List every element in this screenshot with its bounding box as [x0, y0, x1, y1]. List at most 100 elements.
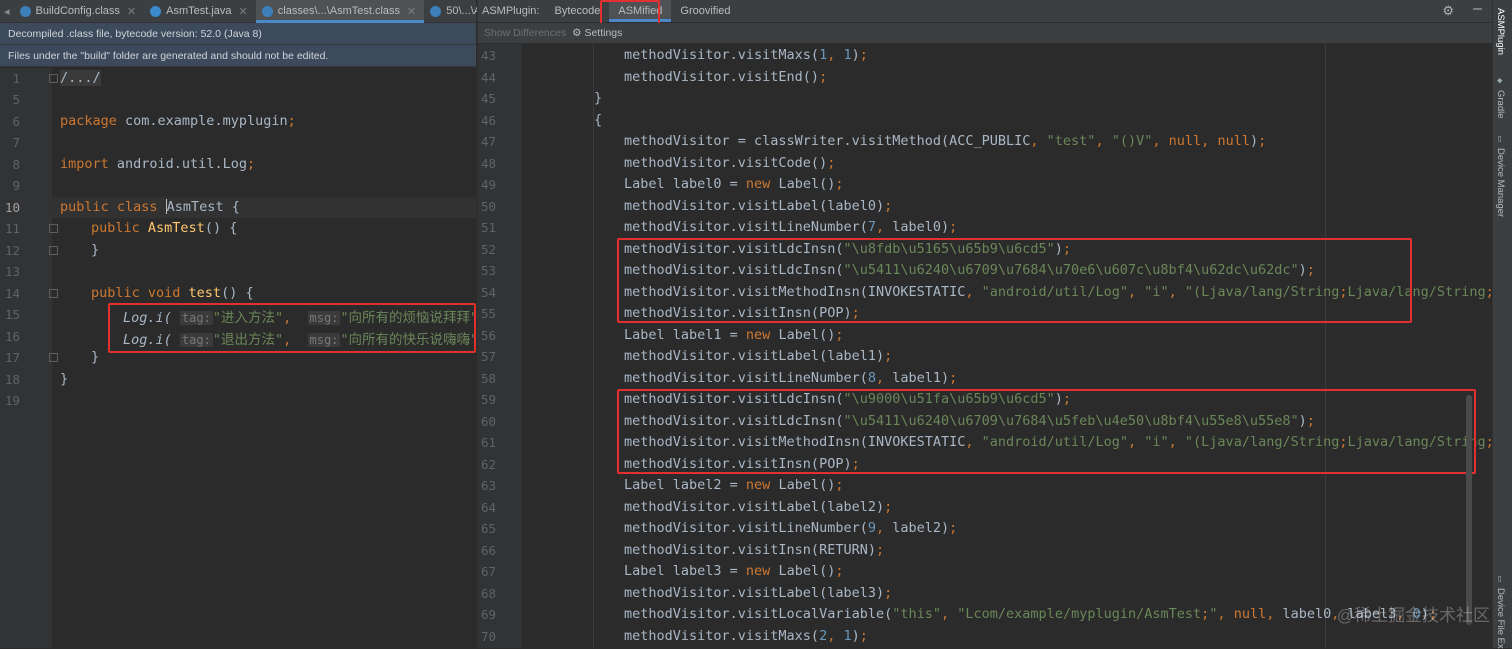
code-line: Label label0 = new Label(); [624, 176, 843, 192]
line-number: 45 [480, 91, 496, 106]
line-number: 5 [12, 92, 20, 107]
code-line: methodVisitor.visitEnd(); [624, 69, 827, 85]
code-line: Label label1 = new Label(); [624, 327, 843, 343]
line-number: 18 [4, 372, 20, 387]
method-name: test [188, 285, 222, 301]
code-text: } [594, 90, 603, 106]
code-text: methodVisitor.visitLabel(label2); [624, 498, 893, 515]
plugin-label: ASMPlugin: [482, 5, 540, 17]
indent-guide [593, 44, 594, 648]
code-line: public class AsmTest { [60, 199, 240, 215]
code-line: methodVisitor.visitLabel(label0); [624, 198, 892, 214]
line-number: 66 [480, 542, 496, 558]
code-line: methodVisitor.visitLabel(label3); [624, 585, 892, 601]
fold-toggle-icon[interactable] [49, 289, 58, 298]
close-icon[interactable]: ✕ [239, 5, 248, 18]
code-line: methodVisitor.visitLineNumber(9, label2)… [624, 520, 957, 536]
line-number: 65 [480, 521, 496, 536]
code-text: methodVisitor.visitLineNumber(7, label0)… [624, 219, 958, 235]
fold-toggle-icon[interactable] [49, 74, 58, 83]
editor-pane: ◂ BuildConfig.class ✕ AsmTest.java ✕ cla… [0, 0, 515, 648]
code-text: android.util.Log [108, 156, 247, 172]
watermark: @稀土掘金技术社区 [1336, 606, 1490, 625]
tab-asmtest-java[interactable]: AsmTest.java ✕ [144, 0, 256, 22]
tab-groovified[interactable]: Groovified [671, 0, 739, 22]
line-number: 70 [480, 628, 496, 644]
line-number: 1 [12, 71, 20, 86]
fold-toggle-icon[interactable] [49, 224, 58, 233]
gear-icon[interactable]: ⚙ [1442, 3, 1454, 19]
line-number: 44 [480, 69, 496, 85]
device-file-explorer-tool-button[interactable]: Device File Ex [1495, 588, 1506, 649]
code-text: com.example.myplugin [116, 113, 288, 129]
code-line: package com.example.myplugin; [60, 113, 296, 129]
line-number: 48 [480, 155, 496, 171]
keyword: public void [91, 285, 189, 301]
tab-asmtest-class[interactable]: classes\...\AsmTest.class ✕ [255, 0, 425, 23]
code-line: public AsmTest() { [91, 220, 237, 236]
folded-imports[interactable]: /.../ [60, 70, 101, 86]
settings-label: Settings [584, 27, 623, 39]
line-number: 13 [4, 264, 20, 279]
code-text: methodVisitor.visitInsn(RETURN); [624, 541, 885, 558]
line-number: 15 [4, 307, 20, 322]
code-text: methodVisitor.visitLabel(label3); [624, 584, 893, 601]
line-number: 9 [12, 178, 20, 193]
line-number: 43 [480, 48, 496, 63]
tool-window-bar: ASMPlugin ◆ Gradle ▯ Device Manager ▯ De… [1492, 0, 1512, 649]
code-line: { [594, 112, 602, 128]
line-number: 62 [480, 456, 496, 472]
code-line: Label label3 = new Label(); [624, 563, 843, 579]
code-text: ; [287, 113, 296, 129]
code-text: { [594, 111, 603, 128]
generated-files-banner: Files under the "build" folder are gener… [0, 45, 476, 67]
vertical-scrollbar[interactable] [1466, 395, 1472, 625]
tab-buildconfig-class[interactable]: BuildConfig.class ✕ [14, 0, 145, 22]
line-number: 49 [480, 177, 496, 192]
keyword: public [91, 220, 148, 236]
minimize-icon[interactable]: – [1473, 0, 1482, 18]
code-text: Label label2 = new Label(); [624, 477, 844, 493]
code-line: } [91, 349, 100, 365]
show-differences-toggle[interactable]: Show Differences [478, 27, 566, 39]
close-icon[interactable]: ✕ [407, 5, 416, 18]
code-text: { [223, 199, 240, 215]
line-number: 53 [480, 263, 496, 278]
code-text: Label label1 = new Label(); [624, 326, 844, 343]
line-number: 19 [4, 393, 20, 408]
tabs-scroll-left-icon[interactable]: ◂ [0, 0, 14, 22]
line-number: 64 [480, 499, 496, 515]
code-line: Label label2 = new Label(); [624, 477, 843, 493]
code-line: public void test() { [91, 285, 254, 301]
class-file-icon [261, 5, 273, 17]
fold-toggle-icon[interactable] [49, 246, 58, 255]
code-text: methodVisitor.visitLabel(label0); [624, 197, 893, 214]
close-icon[interactable]: ✕ [127, 5, 136, 18]
code-line: methodVisitor.visitLabel(label1); [624, 348, 892, 364]
line-number: 6 [12, 114, 20, 129]
settings-button[interactable]: ⚙ Settings [572, 27, 622, 39]
code-text: methodVisitor.visitLabel(label1); [624, 348, 893, 364]
code-text: () { [204, 220, 238, 236]
line-number: 55 [480, 306, 496, 321]
code-line: import android.util.Log; [60, 156, 255, 172]
decompiled-banner: Decompiled .class file, bytecode version… [0, 23, 476, 45]
asm-plugin-pane: ASMPlugin: Bytecode ASMified Groovified … [477, 0, 1512, 648]
fold-toggle-icon[interactable] [49, 353, 58, 362]
line-number: 47 [480, 134, 496, 149]
right-margin-guide [1325, 44, 1326, 648]
line-number: 17 [4, 350, 20, 365]
device-manager-tool-button[interactable]: Device Manager [1495, 148, 1506, 217]
line-number: 59 [480, 392, 496, 407]
code-line: methodVisitor.visitInsn(RETURN); [624, 542, 884, 558]
asmplugin-tool-button[interactable]: ASMPlugin [1495, 8, 1506, 55]
java-class-icon [150, 5, 162, 17]
code-text: methodVisitor = classWriter.visitMethod(… [624, 133, 1267, 149]
plugin-toolbar: Show Differences ⚙ Settings [478, 23, 1494, 43]
line-number: 61 [480, 435, 496, 450]
gradle-tool-button[interactable]: Gradle [1495, 90, 1506, 119]
code-text: methodVisitor.visitCode(); [624, 154, 836, 171]
code-text: methodVisitor.visitMaxs(1, 1); [624, 47, 868, 63]
code-text: Label label3 = new Label(); [624, 563, 844, 579]
line-number: 54 [480, 284, 496, 300]
